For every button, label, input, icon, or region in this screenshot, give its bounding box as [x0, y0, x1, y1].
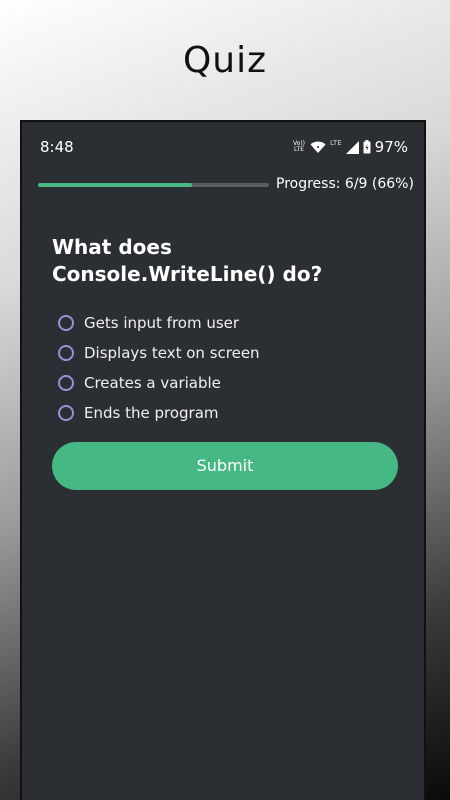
answer-option[interactable]: Ends the program	[58, 398, 398, 428]
status-time: 8:48	[40, 138, 74, 156]
answer-option-label: Creates a variable	[84, 374, 221, 392]
wifi-icon	[310, 140, 326, 154]
answer-option-label: Ends the program	[84, 404, 219, 422]
battery-icon	[363, 140, 371, 154]
signal-icon	[345, 140, 359, 154]
radio-button[interactable]	[58, 405, 74, 421]
answer-option-label: Gets input from user	[84, 314, 240, 332]
battery-percent: 97%	[374, 138, 408, 156]
submit-button[interactable]: Submit	[52, 442, 398, 490]
answer-option-label: Displays text on screen	[84, 344, 260, 362]
phone-screen: 8:48 Vo)) LTE LTE 97% Progress: 6/9 (66%…	[20, 120, 426, 800]
lte-label: LTE	[330, 139, 342, 147]
progress-row: Progress: 6/9 (66%)	[38, 176, 414, 196]
answer-option[interactable]: Gets input from user	[58, 308, 398, 338]
page-title: Quiz	[182, 40, 268, 81]
progress-label: Progress: 6/9 (66%)	[276, 176, 414, 192]
answer-option[interactable]: Creates a variable	[58, 368, 398, 398]
status-bar: 8:48 Vo)) LTE LTE 97%	[22, 136, 424, 160]
radio-button[interactable]	[58, 345, 74, 361]
radio-button[interactable]	[58, 315, 74, 331]
answer-options: Gets input from user Displays text on sc…	[58, 308, 398, 428]
question-text: What does Console.WriteLine() do?	[52, 235, 323, 286]
status-icons: Vo)) LTE LTE 97%	[292, 138, 408, 156]
answer-option[interactable]: Displays text on screen	[58, 338, 398, 368]
progress-bar	[38, 183, 269, 187]
volte-icon: Vo)) LTE	[293, 140, 306, 153]
progress-fill	[38, 183, 193, 187]
radio-button[interactable]	[58, 375, 74, 391]
